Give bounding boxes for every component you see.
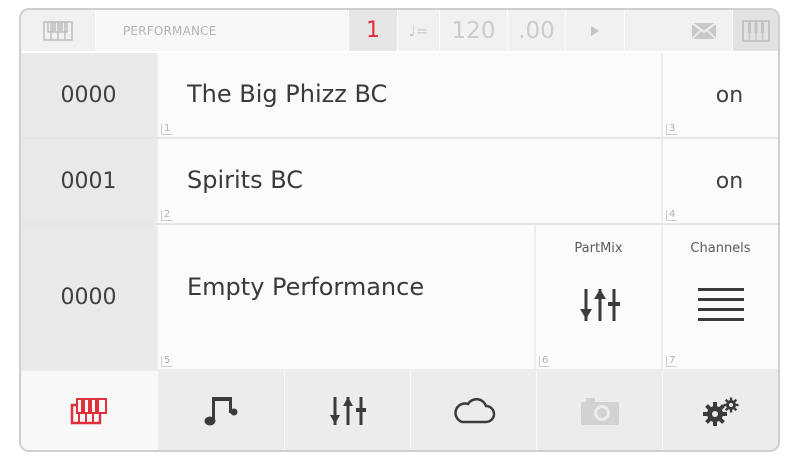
envelope-icon <box>690 21 717 40</box>
toolbar-settings-button[interactable] <box>663 371 778 450</box>
row-3-index: 5 <box>161 356 173 367</box>
mixer-sliders-icon <box>329 396 366 425</box>
keyboard-icon <box>70 397 107 424</box>
row-3-number[interactable]: 0000 <box>21 225 156 369</box>
keyboard-logo-icon[interactable] <box>21 10 96 51</box>
partmix-button[interactable]: PartMix 6 <box>536 225 661 369</box>
row-1-number[interactable]: 0000 <box>21 53 156 137</box>
toolbar-performance-button[interactable] <box>21 371 158 450</box>
music-note-icon <box>204 396 238 425</box>
row-1-name: The Big Phizz BC <box>187 80 388 108</box>
row-1-state-index: 3 <box>666 124 678 135</box>
channels-title: Channels <box>690 241 751 256</box>
toolbar-mixer-button[interactable] <box>285 371 411 450</box>
keyboard-button[interactable] <box>733 10 778 51</box>
mixer-sliders-icon <box>580 289 620 321</box>
camera-icon <box>580 397 619 425</box>
partmix-index: 6 <box>539 356 551 367</box>
channels-index: 7 <box>666 356 678 367</box>
row-1-index: 1 <box>161 124 173 135</box>
row-2-state-index: 4 <box>666 210 678 221</box>
row-2-state: on <box>715 168 744 194</box>
cloud-icon <box>453 397 495 423</box>
tempo-fraction[interactable]: .00 <box>508 10 566 51</box>
row-3-name-cell[interactable]: Empty Performance 5 <box>158 225 534 369</box>
row-1-state-cell[interactable]: on 3 <box>663 53 778 137</box>
part-number[interactable]: 1 <box>349 10 398 51</box>
channels-button[interactable]: Channels 7 <box>663 225 778 369</box>
toolbar-music-button[interactable] <box>158 371 285 450</box>
row-2-number[interactable]: 0001 <box>21 139 156 223</box>
row-2-state-cell[interactable]: on 4 <box>663 139 778 223</box>
play-button[interactable] <box>566 10 625 51</box>
toolbar-camera-button[interactable] <box>537 371 663 450</box>
mode-title: PERFORMANCE <box>96 10 349 51</box>
row-3-name: Empty Performance <box>187 273 425 301</box>
message-button[interactable] <box>675 10 733 51</box>
partmix-title: PartMix <box>574 241 623 256</box>
toolbar-cloud-button[interactable] <box>411 371 537 450</box>
screen: PERFORMANCE 1 ♩= 120 .00 0000 The Big Ph… <box>21 10 778 450</box>
bottom-toolbar <box>21 371 778 450</box>
channels-list-icon <box>698 288 744 321</box>
play-icon <box>591 25 599 36</box>
device-frame: PERFORMANCE 1 ♩= 120 .00 0000 The Big Ph… <box>19 8 780 452</box>
tempo-note-icon: ♩= <box>398 10 440 51</box>
row-2-name-cell[interactable]: Spirits BC 2 <box>158 139 661 223</box>
tempo-value[interactable]: 120 <box>440 10 508 51</box>
row-2-index: 2 <box>161 210 173 221</box>
row-1-name-cell[interactable]: The Big Phizz BC 1 <box>158 53 661 137</box>
piano-icon <box>741 19 770 42</box>
row-2-name: Spirits BC <box>187 166 304 194</box>
row-1-state: on <box>715 82 744 108</box>
header-bar: PERFORMANCE 1 ♩= 120 .00 <box>21 10 778 51</box>
settings-gears-icon <box>702 397 738 426</box>
